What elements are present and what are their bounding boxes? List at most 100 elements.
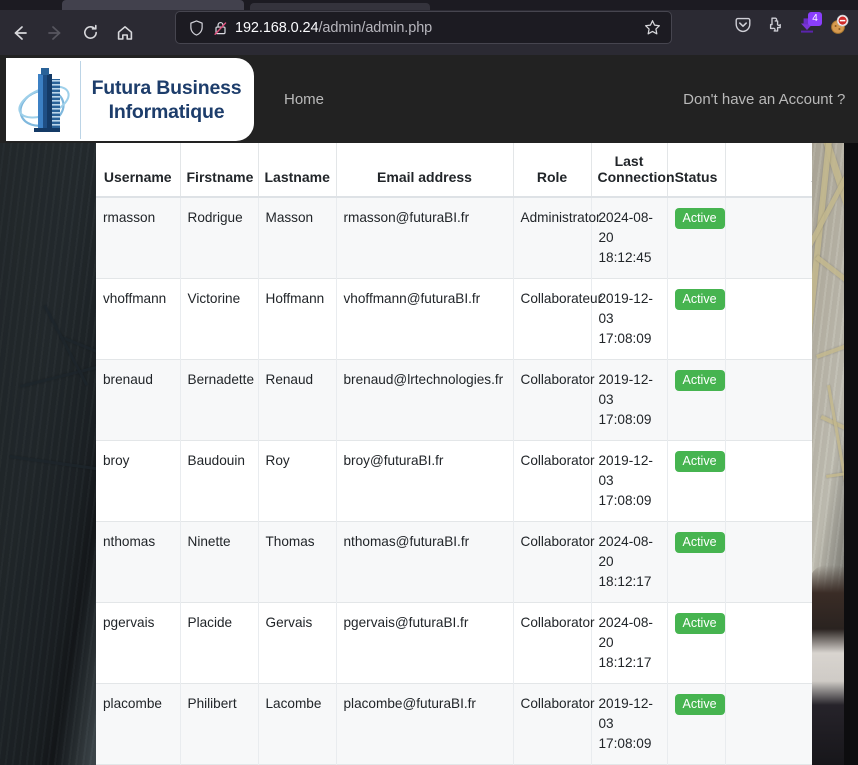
lock-broken-icon[interactable] — [208, 20, 232, 36]
reload-button[interactable] — [75, 18, 105, 48]
site-logo[interactable]: Futura Business Informatique — [6, 58, 254, 141]
cell-email: pgervais@futuraBI.fr — [336, 603, 513, 684]
status-badge: Active — [675, 694, 725, 715]
forward-arrow-icon — [46, 24, 64, 42]
cell-status: Active — [667, 441, 725, 522]
table-row[interactable]: brenaudBernadetteRenaudbrenaud@lrtechnol… — [96, 360, 812, 441]
cell-firstname: Ninette — [180, 522, 258, 603]
tab-strip — [0, 0, 858, 10]
cell-last-connection: 2024-08-20 18:12:45 — [591, 197, 667, 279]
cell-last-connection: 2019-12-03 17:08:09 — [591, 360, 667, 441]
cell-email: brenaud@lrtechnologies.fr — [336, 360, 513, 441]
cell-firstname: Victorine — [180, 279, 258, 360]
cell-lastname: Hoffmann — [258, 279, 336, 360]
cell-action — [725, 441, 812, 522]
cell-last-connection: 2024-08-20 18:12:17 — [591, 522, 667, 603]
cell-status: Active — [667, 360, 725, 441]
downloads-button[interactable]: 4 — [792, 13, 822, 43]
reload-icon — [82, 24, 99, 41]
column-header-action[interactable]: Action — [725, 143, 812, 197]
users-table: Username Firstname Lastname Email addres… — [96, 143, 812, 765]
cell-username: brenaud — [96, 360, 180, 441]
page-viewport: Futura Business Informatique Home Don't … — [0, 55, 858, 765]
shield-icon[interactable] — [184, 20, 208, 36]
column-header-username[interactable]: Username — [96, 143, 180, 197]
cell-role: Collaborator — [513, 603, 591, 684]
users-table-body: rmassonRodrigueMassonrmasson@futuraBI.fr… — [96, 197, 812, 765]
cell-action — [725, 360, 812, 441]
cell-status: Active — [667, 279, 725, 360]
url-path: /admin/admin.php — [318, 20, 432, 36]
tower-logo-icon — [16, 64, 76, 136]
background-right-edge — [844, 55, 858, 765]
home-icon — [116, 24, 134, 42]
site-nav: Home Don't have an Account ? Lo — [262, 55, 858, 143]
status-badge: Active — [675, 208, 725, 229]
cell-username: pgervais — [96, 603, 180, 684]
table-row[interactable]: pgervaisPlacideGervaispgervais@futuraBI.… — [96, 603, 812, 684]
users-table-head: Username Firstname Lastname Email addres… — [96, 143, 812, 197]
cell-action — [725, 684, 812, 765]
table-row[interactable]: nthomasNinetteThomasnthomas@futuraBI.frC… — [96, 522, 812, 603]
cell-email: nthomas@futuraBI.fr — [336, 522, 513, 603]
cell-role: Collaborator — [513, 360, 591, 441]
bookmark-star-icon[interactable] — [641, 19, 663, 36]
column-header-lastname[interactable]: Lastname — [258, 143, 336, 197]
cell-email: vhoffmann@futuraBI.fr — [336, 279, 513, 360]
table-row[interactable]: vhoffmannVictorineHoffmannvhoffmann@futu… — [96, 279, 812, 360]
nav-link-no-account[interactable]: Don't have an Account ? — [683, 91, 845, 108]
column-header-role[interactable]: Role — [513, 143, 591, 197]
nav-right-group: Don't have an Account ? Lo — [683, 55, 858, 143]
cell-action — [725, 279, 812, 360]
cell-lastname: Renaud — [258, 360, 336, 441]
pocket-icon — [734, 16, 752, 39]
cell-role: Collaborateur — [513, 279, 591, 360]
cell-email: placombe@futuraBI.fr — [336, 684, 513, 765]
extension-icon — [766, 16, 784, 39]
cell-username: rmasson — [96, 197, 180, 279]
back-arrow-icon — [11, 24, 29, 42]
cell-lastname: Gervais — [258, 603, 336, 684]
column-header-email[interactable]: Email address — [336, 143, 513, 197]
table-header-row: Username Firstname Lastname Email addres… — [96, 143, 812, 197]
logo-text: Futura Business Informatique — [81, 76, 254, 124]
status-badge: Active — [675, 532, 725, 553]
cell-role: Collaborator — [513, 684, 591, 765]
cell-username: nthomas — [96, 522, 180, 603]
table-row[interactable]: placombePhilibertLacombeplacombe@futuraB… — [96, 684, 812, 765]
column-header-status[interactable]: Status — [667, 143, 725, 197]
cell-status: Active — [667, 603, 725, 684]
cell-email: broy@futuraBI.fr — [336, 441, 513, 522]
cell-role: Administrator — [513, 197, 591, 279]
status-badge: Active — [675, 451, 725, 472]
cell-email: rmasson@futuraBI.fr — [336, 197, 513, 279]
users-table-container[interactable]: Username Firstname Lastname Email addres… — [96, 143, 812, 765]
table-row[interactable]: rmassonRodrigueMassonrmasson@futuraBI.fr… — [96, 197, 812, 279]
column-header-last-connection[interactable]: Last Connection — [591, 143, 667, 197]
browser-tab-active[interactable] — [62, 0, 244, 10]
browser-tab-inactive[interactable] — [250, 3, 430, 10]
home-button[interactable] — [110, 18, 140, 48]
table-row[interactable]: broyBaudouinRoybroy@futuraBI.frCollabora… — [96, 441, 812, 522]
logo-text-line2: Informatique — [83, 100, 250, 124]
forward-button[interactable] — [40, 18, 70, 48]
address-bar[interactable]: 192.168.0.24/admin/admin.php — [175, 11, 672, 44]
toolbar-extras: 4 — [728, 11, 854, 44]
site-header: Futura Business Informatique Home Don't … — [0, 55, 858, 143]
column-header-firstname[interactable]: Firstname — [180, 143, 258, 197]
back-button[interactable] — [5, 18, 35, 48]
cell-username: broy — [96, 441, 180, 522]
status-badge: Active — [675, 289, 725, 310]
cell-username: placombe — [96, 684, 180, 765]
logo-text-line1: Futura Business — [83, 76, 250, 100]
extension-button[interactable] — [760, 13, 790, 43]
nav-link-home[interactable]: Home — [284, 91, 324, 108]
cell-firstname: Bernadette — [180, 360, 258, 441]
url-text[interactable]: 192.168.0.24/admin/admin.php — [232, 20, 641, 36]
cell-role: Collaborator — [513, 441, 591, 522]
cell-last-connection: 2019-12-03 17:08:09 — [591, 279, 667, 360]
cell-lastname: Roy — [258, 441, 336, 522]
cell-firstname: Placide — [180, 603, 258, 684]
blocker-button[interactable] — [824, 13, 854, 43]
pocket-button[interactable] — [728, 13, 758, 43]
